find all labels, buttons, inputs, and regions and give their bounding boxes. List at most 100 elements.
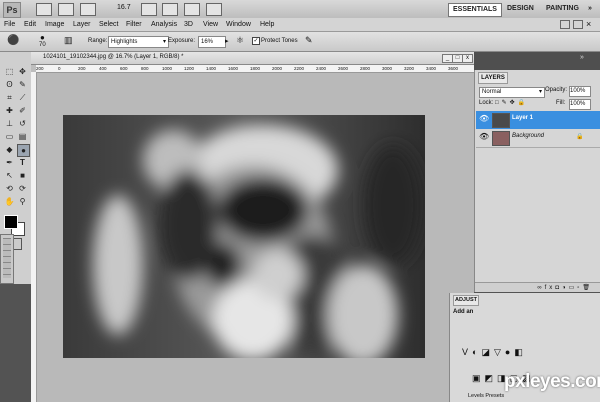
3d-rotate-icon[interactable]: ⟲	[4, 183, 15, 194]
posterize-icon[interactable]: ◩	[485, 373, 498, 383]
menu-analysis[interactable]: Analysis	[151, 19, 177, 30]
dodge-tool-icon[interactable]: ⚫	[7, 35, 19, 46]
zoom-tool-icon[interactable]: ⚲	[17, 196, 28, 207]
collapse-panels-icon[interactable]: »	[580, 54, 584, 61]
brush-panel-icon[interactable]: ▥	[64, 35, 73, 46]
canvas-image[interactable]	[63, 115, 425, 358]
tab-layers[interactable]: LAYERS	[478, 72, 508, 84]
workspace-more[interactable]: »	[584, 3, 596, 15]
color-balance-icon[interactable]: ◧	[514, 347, 527, 357]
hand-icon[interactable]: ✋	[4, 196, 15, 207]
zoom-level[interactable]: 16.7	[117, 4, 131, 11]
arrange-documents-icon[interactable]	[184, 3, 200, 16]
airbrush-icon[interactable]: ⚛	[236, 35, 244, 46]
photoshop-logo: Ps	[3, 2, 21, 18]
layer-thumbnail	[492, 113, 510, 128]
hand-tool-icon[interactable]	[141, 3, 157, 16]
screen-mode-icon[interactable]	[206, 3, 222, 16]
layer-thumbnail	[492, 131, 510, 146]
minimize-icon[interactable]	[560, 20, 570, 29]
layer-row-background[interactable]: 👁 Background 🔒	[476, 129, 600, 148]
pen-tool-icon[interactable]: ✒	[4, 157, 15, 168]
workspace-design[interactable]: DESIGN	[503, 3, 538, 15]
blur-tool-icon[interactable]: ◆	[4, 144, 15, 155]
opacity-input[interactable]: 100%	[569, 86, 591, 97]
range-value: Highlights	[111, 39, 138, 45]
workspace-painting[interactable]: PAINTING	[542, 3, 583, 15]
dodge-tool-selected-icon[interactable]: ●	[17, 144, 30, 157]
lasso-tool-icon[interactable]: ʘ	[4, 79, 15, 90]
shape-tool-icon[interactable]: ■	[17, 170, 28, 181]
ruler-tick: 3200	[404, 66, 415, 71]
type-tool-icon[interactable]: T	[17, 157, 28, 168]
healing-brush-icon[interactable]: ✚	[4, 105, 15, 116]
ruler-tick: 200	[78, 66, 86, 71]
exposure-slider-icon[interactable]: ▸	[225, 37, 229, 45]
mini-bridge-icon[interactable]	[58, 3, 74, 16]
exposure-icon[interactable]: ◪	[481, 347, 494, 357]
pressure-icon[interactable]: ✎	[305, 35, 313, 46]
move-tool-icon[interactable]: ✥	[17, 66, 28, 77]
crop-tool-icon[interactable]: ⌗	[4, 92, 15, 103]
add-style-icon[interactable]: fx	[545, 285, 556, 291]
visibility-eye-icon[interactable]: 👁	[479, 132, 489, 141]
visibility-eye-icon[interactable]: 👁	[479, 114, 489, 123]
blend-mode-select[interactable]: Normal ▾	[479, 87, 545, 98]
new-group-icon[interactable]: ▭	[569, 285, 578, 291]
menu-filter[interactable]: Filter	[126, 19, 142, 30]
bridge-icon[interactable]	[36, 3, 52, 16]
menu-edit[interactable]: Edit	[24, 19, 36, 30]
menu-image[interactable]: Image	[45, 19, 64, 30]
extras-icon[interactable]	[80, 3, 96, 16]
3d-camera-icon[interactable]: ⟳	[17, 183, 28, 194]
ruler-tick: 3400	[426, 66, 437, 71]
delete-layer-icon[interactable]: 🗑	[582, 285, 593, 291]
exposure-value: 16%	[201, 39, 214, 45]
levels-icon[interactable]: V	[462, 347, 472, 357]
menu-window[interactable]: Window	[226, 19, 251, 30]
fill-input[interactable]: 100%	[569, 99, 591, 110]
foreground-color-swatch[interactable]	[4, 215, 18, 229]
menu-help[interactable]: Help	[260, 19, 274, 30]
rotate-view-icon[interactable]	[162, 3, 178, 16]
exposure-input[interactable]: 16%	[198, 36, 226, 48]
invert-icon[interactable]: ▣	[472, 373, 485, 383]
tab-adjustments[interactable]: ADJUST	[453, 295, 479, 306]
ruler-tick: 0	[58, 66, 61, 71]
quick-select-icon[interactable]: ✎	[17, 79, 28, 90]
menu-layer[interactable]: Layer	[73, 19, 91, 30]
document-title-bar[interactable]: 1024101_19102344.jpg @ 16.7% (Layer 1, R…	[31, 52, 474, 65]
horizontal-ruler: 200 0 200 400 600 800 1000 1200 1400 160…	[36, 65, 474, 73]
menu-bar: File Edit Image Layer Select Filter Anal…	[0, 18, 600, 32]
adjustment-icons-row-1[interactable]: V◐◪▽●◧	[462, 347, 527, 358]
brush-preset-icon[interactable]: ●	[40, 33, 45, 42]
eraser-icon[interactable]: ▭	[4, 131, 15, 142]
brush-tool-icon[interactable]: ✐	[17, 105, 28, 116]
gradient-tool-icon[interactable]: ▤	[17, 131, 28, 142]
menu-view[interactable]: View	[203, 19, 218, 30]
eyedropper-icon[interactable]: ⟋	[17, 92, 28, 103]
maximize-icon[interactable]	[573, 20, 583, 29]
hue-icon[interactable]: ●	[505, 347, 514, 357]
document-title: 1024101_19102344.jpg @ 16.7% (Layer 1, R…	[43, 54, 184, 60]
lock-options-icon[interactable]: □✎✥🔒	[495, 99, 528, 106]
menu-file[interactable]: File	[4, 19, 15, 30]
path-select-icon[interactable]: ↖	[4, 170, 15, 181]
close-icon[interactable]: ×	[586, 19, 591, 29]
add-mask-icon[interactable]: ◘	[555, 285, 562, 291]
vibrance-icon[interactable]: ▽	[494, 347, 505, 357]
menu-select[interactable]: Select	[99, 19, 118, 30]
history-brush-icon[interactable]: ↺	[17, 118, 28, 129]
layer-row-layer-1[interactable]: 👁 Layer 1	[476, 111, 600, 130]
range-select[interactable]: Highlights ▾	[108, 36, 169, 48]
menu-3d[interactable]: 3D	[184, 19, 193, 30]
ruler-tick: 3600	[448, 66, 459, 71]
watermark: pxleyes.com	[504, 371, 600, 392]
link-layers-icon[interactable]: ∞	[537, 285, 544, 291]
adjustment-layer-icon[interactable]: ◑	[562, 285, 569, 291]
protect-tones-checkbox[interactable]: ✓	[252, 37, 260, 45]
marquee-tool-icon[interactable]: ⬚	[4, 66, 15, 77]
doc-close-icon[interactable]: x	[462, 54, 473, 63]
clone-stamp-icon[interactable]: ⊥	[4, 118, 15, 129]
workspace-essentials[interactable]: ESSENTIALS	[448, 3, 502, 17]
